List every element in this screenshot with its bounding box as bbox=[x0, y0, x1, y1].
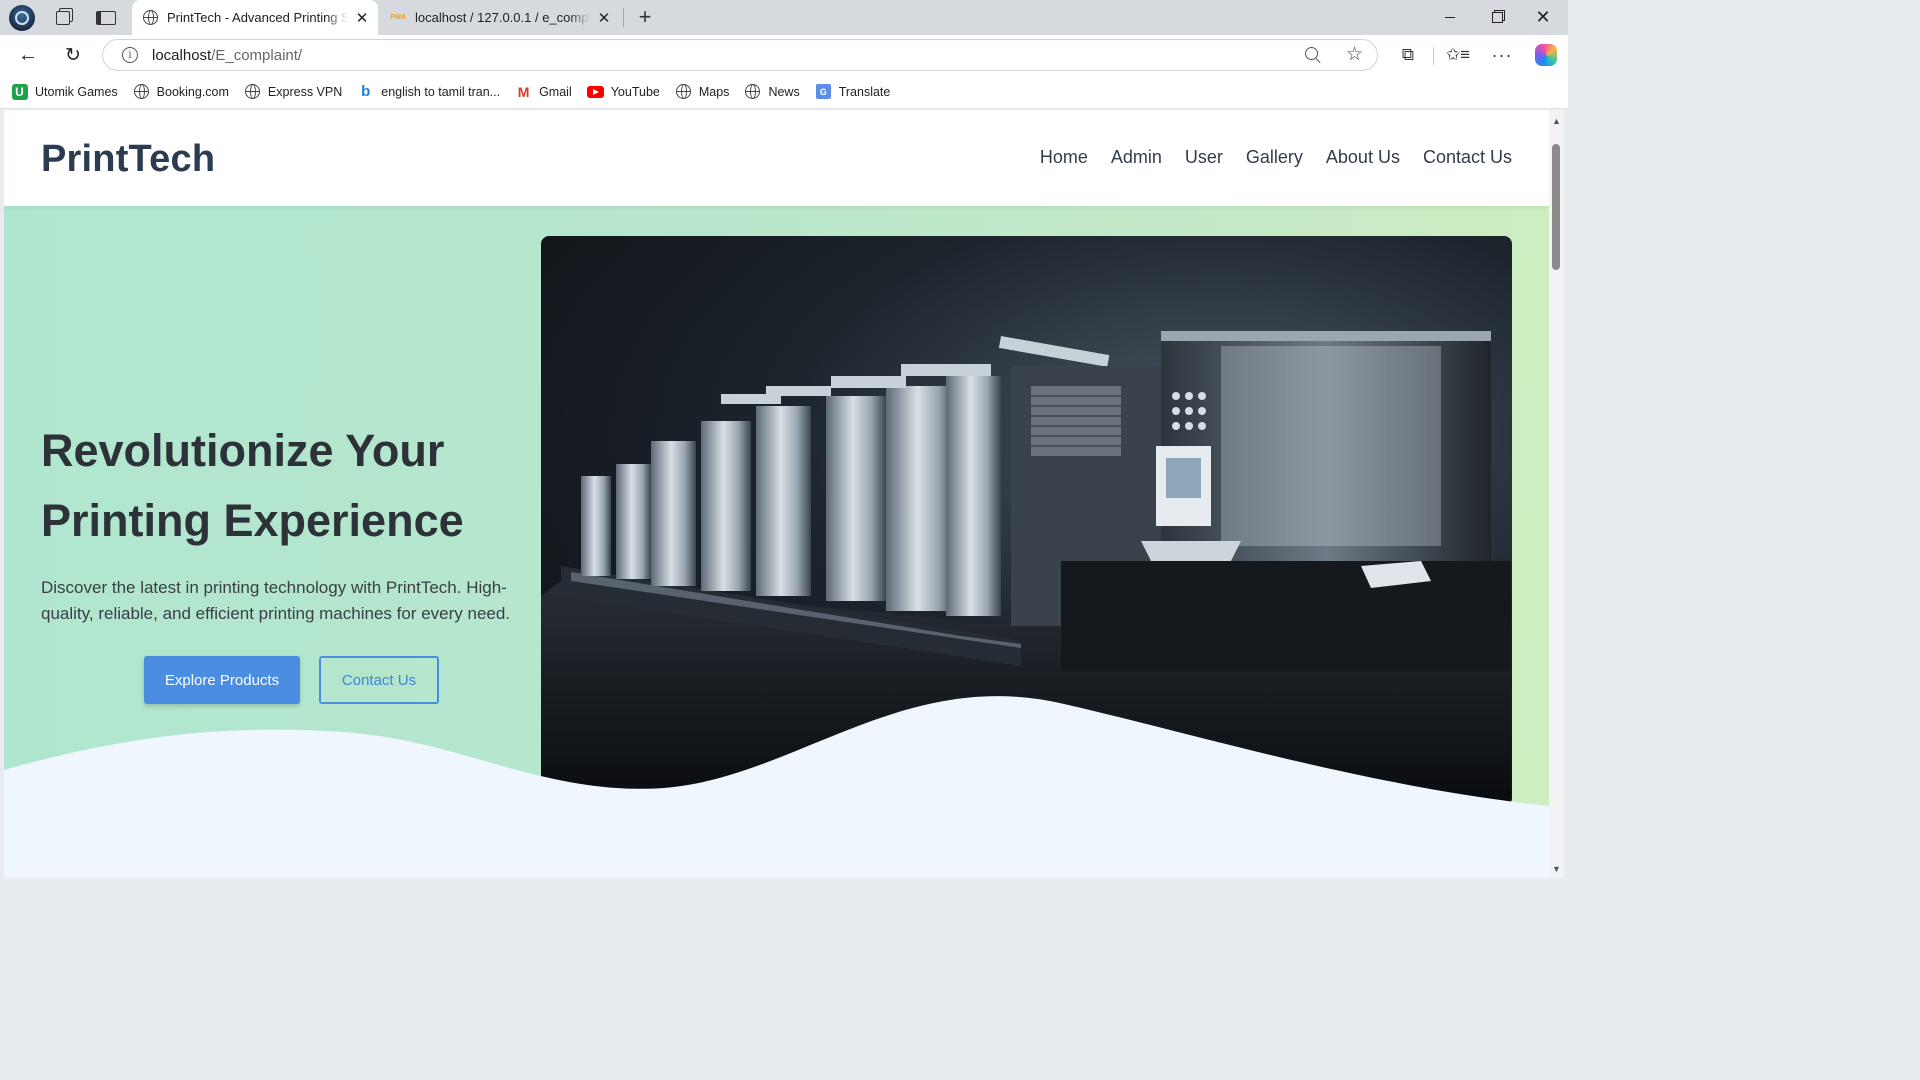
copilot-icon[interactable] bbox=[1530, 39, 1562, 71]
bookmark-gmail[interactable]: M Gmail bbox=[515, 83, 572, 100]
restore-button[interactable] bbox=[1474, 0, 1520, 35]
bookmark-label: Gmail bbox=[539, 84, 572, 99]
bookmark-booking[interactable]: Booking.com bbox=[133, 83, 229, 100]
youtube-icon bbox=[586, 83, 604, 100]
nav-user[interactable]: User bbox=[1185, 147, 1223, 168]
close-tab-icon[interactable]: ✕ bbox=[594, 8, 614, 28]
bookmark-label: english to tamil tran... bbox=[381, 84, 501, 99]
bookmark-label: YouTube bbox=[610, 84, 660, 99]
tab-printtech[interactable]: PrintTech - Advanced Printing Solutions … bbox=[132, 0, 378, 35]
scrollbar-thumb[interactable] bbox=[1552, 144, 1560, 270]
close-tab-icon[interactable]: ✕ bbox=[352, 8, 372, 28]
nav-gallery[interactable]: Gallery bbox=[1246, 147, 1303, 168]
bookmark-maps[interactable]: Maps bbox=[675, 83, 730, 100]
gmail-icon: M bbox=[517, 83, 530, 100]
favorites-icon[interactable]: ✩≡ bbox=[1442, 39, 1474, 71]
phpmyadmin-icon: PMA bbox=[390, 10, 406, 26]
extensions-icon[interactable]: ⧉ bbox=[1392, 39, 1424, 71]
bookmark-label: Express VPN bbox=[267, 84, 343, 99]
utomik-icon: U bbox=[11, 83, 28, 100]
more-menu-icon[interactable]: ··· bbox=[1486, 39, 1518, 71]
tab-title: localhost / 127.0.0.1 / e_complaint bbox=[415, 10, 590, 25]
bookmark-youtube[interactable]: YouTube bbox=[586, 83, 660, 100]
page-scrollbar[interactable]: ▲ ▼ bbox=[1549, 110, 1564, 878]
scroll-down-arrow-icon[interactable]: ▼ bbox=[1551, 864, 1562, 876]
address-bar[interactable]: i localhost/E_complaint/ ☆ bbox=[102, 39, 1378, 71]
tab-title: PrintTech - Advanced Printing Solutions bbox=[167, 10, 348, 25]
bookmark-translate[interactable]: G Translate bbox=[815, 83, 891, 100]
globe-icon bbox=[744, 83, 761, 100]
new-tab-button[interactable]: + bbox=[632, 4, 658, 30]
zoom-icon[interactable] bbox=[1305, 47, 1321, 63]
bing-icon: b bbox=[361, 83, 371, 100]
scroll-up-arrow-icon[interactable]: ▲ bbox=[1551, 116, 1562, 128]
tab-phpmyadmin[interactable]: PMA localhost / 127.0.0.1 / e_complaint … bbox=[380, 0, 620, 35]
back-button[interactable]: ← bbox=[12, 39, 44, 71]
nav-about-us[interactable]: About Us bbox=[1326, 147, 1400, 168]
toolbar-divider bbox=[1433, 47, 1434, 65]
url-host: localhost bbox=[152, 46, 212, 64]
nav-contact-us[interactable]: Contact Us bbox=[1423, 147, 1512, 168]
hero-section: Revolutionize Your Printing Experience D… bbox=[4, 206, 1549, 878]
bookmark-english-tamil[interactable]: b english to tamil tran... bbox=[357, 83, 500, 100]
site-info-icon[interactable]: i bbox=[122, 47, 138, 63]
bookmark-news[interactable]: News bbox=[744, 83, 800, 100]
globe-icon bbox=[142, 10, 158, 26]
bookmark-label: Translate bbox=[838, 84, 891, 99]
phpmyadmin-label: PMA bbox=[390, 14, 406, 21]
hero-wave-divider bbox=[4, 696, 1549, 878]
bookmark-label: News bbox=[768, 84, 800, 99]
bookmarks-bar: U Utomik Games Booking.com Express VPN b… bbox=[0, 75, 1568, 109]
vertical-tabs-icon[interactable] bbox=[93, 5, 119, 31]
minimize-button[interactable] bbox=[1427, 0, 1473, 35]
bookmark-label: Maps bbox=[698, 84, 730, 99]
globe-icon bbox=[675, 83, 692, 100]
browser-tab-strip: PrintTech - Advanced Printing Solutions … bbox=[0, 0, 1568, 35]
page-viewport: PrintTech Home Admin User Gallery About … bbox=[4, 110, 1549, 878]
nav-admin[interactable]: Admin bbox=[1111, 147, 1162, 168]
close-window-button[interactable]: ✕ bbox=[1520, 0, 1566, 35]
globe-icon bbox=[244, 83, 261, 100]
favorite-star-icon[interactable]: ☆ bbox=[1346, 43, 1363, 66]
bookmark-utomik[interactable]: U Utomik Games bbox=[11, 83, 118, 100]
site-logo[interactable]: PrintTech bbox=[41, 138, 215, 181]
main-nav: Home Admin User Gallery About Us Contact… bbox=[1040, 147, 1512, 168]
nav-home[interactable]: Home bbox=[1040, 147, 1088, 168]
globe-icon bbox=[133, 83, 150, 100]
url-path: /E_complaint/ bbox=[211, 46, 303, 64]
google-translate-icon: G bbox=[815, 83, 832, 100]
bookmark-label: Booking.com bbox=[156, 84, 229, 99]
bookmark-label: Utomik Games bbox=[35, 84, 118, 99]
site-header: PrintTech Home Admin User Gallery About … bbox=[4, 110, 1549, 206]
bookmark-expressvpn[interactable]: Express VPN bbox=[244, 83, 342, 100]
refresh-button[interactable]: ↻ bbox=[57, 39, 89, 71]
workspaces-icon[interactable] bbox=[50, 5, 76, 31]
tab-divider bbox=[623, 8, 624, 27]
profile-avatar-icon[interactable] bbox=[9, 5, 35, 31]
browser-toolbar: ← ↻ i localhost/E_complaint/ ☆ ⧉ ✩≡ ··· bbox=[0, 35, 1568, 75]
